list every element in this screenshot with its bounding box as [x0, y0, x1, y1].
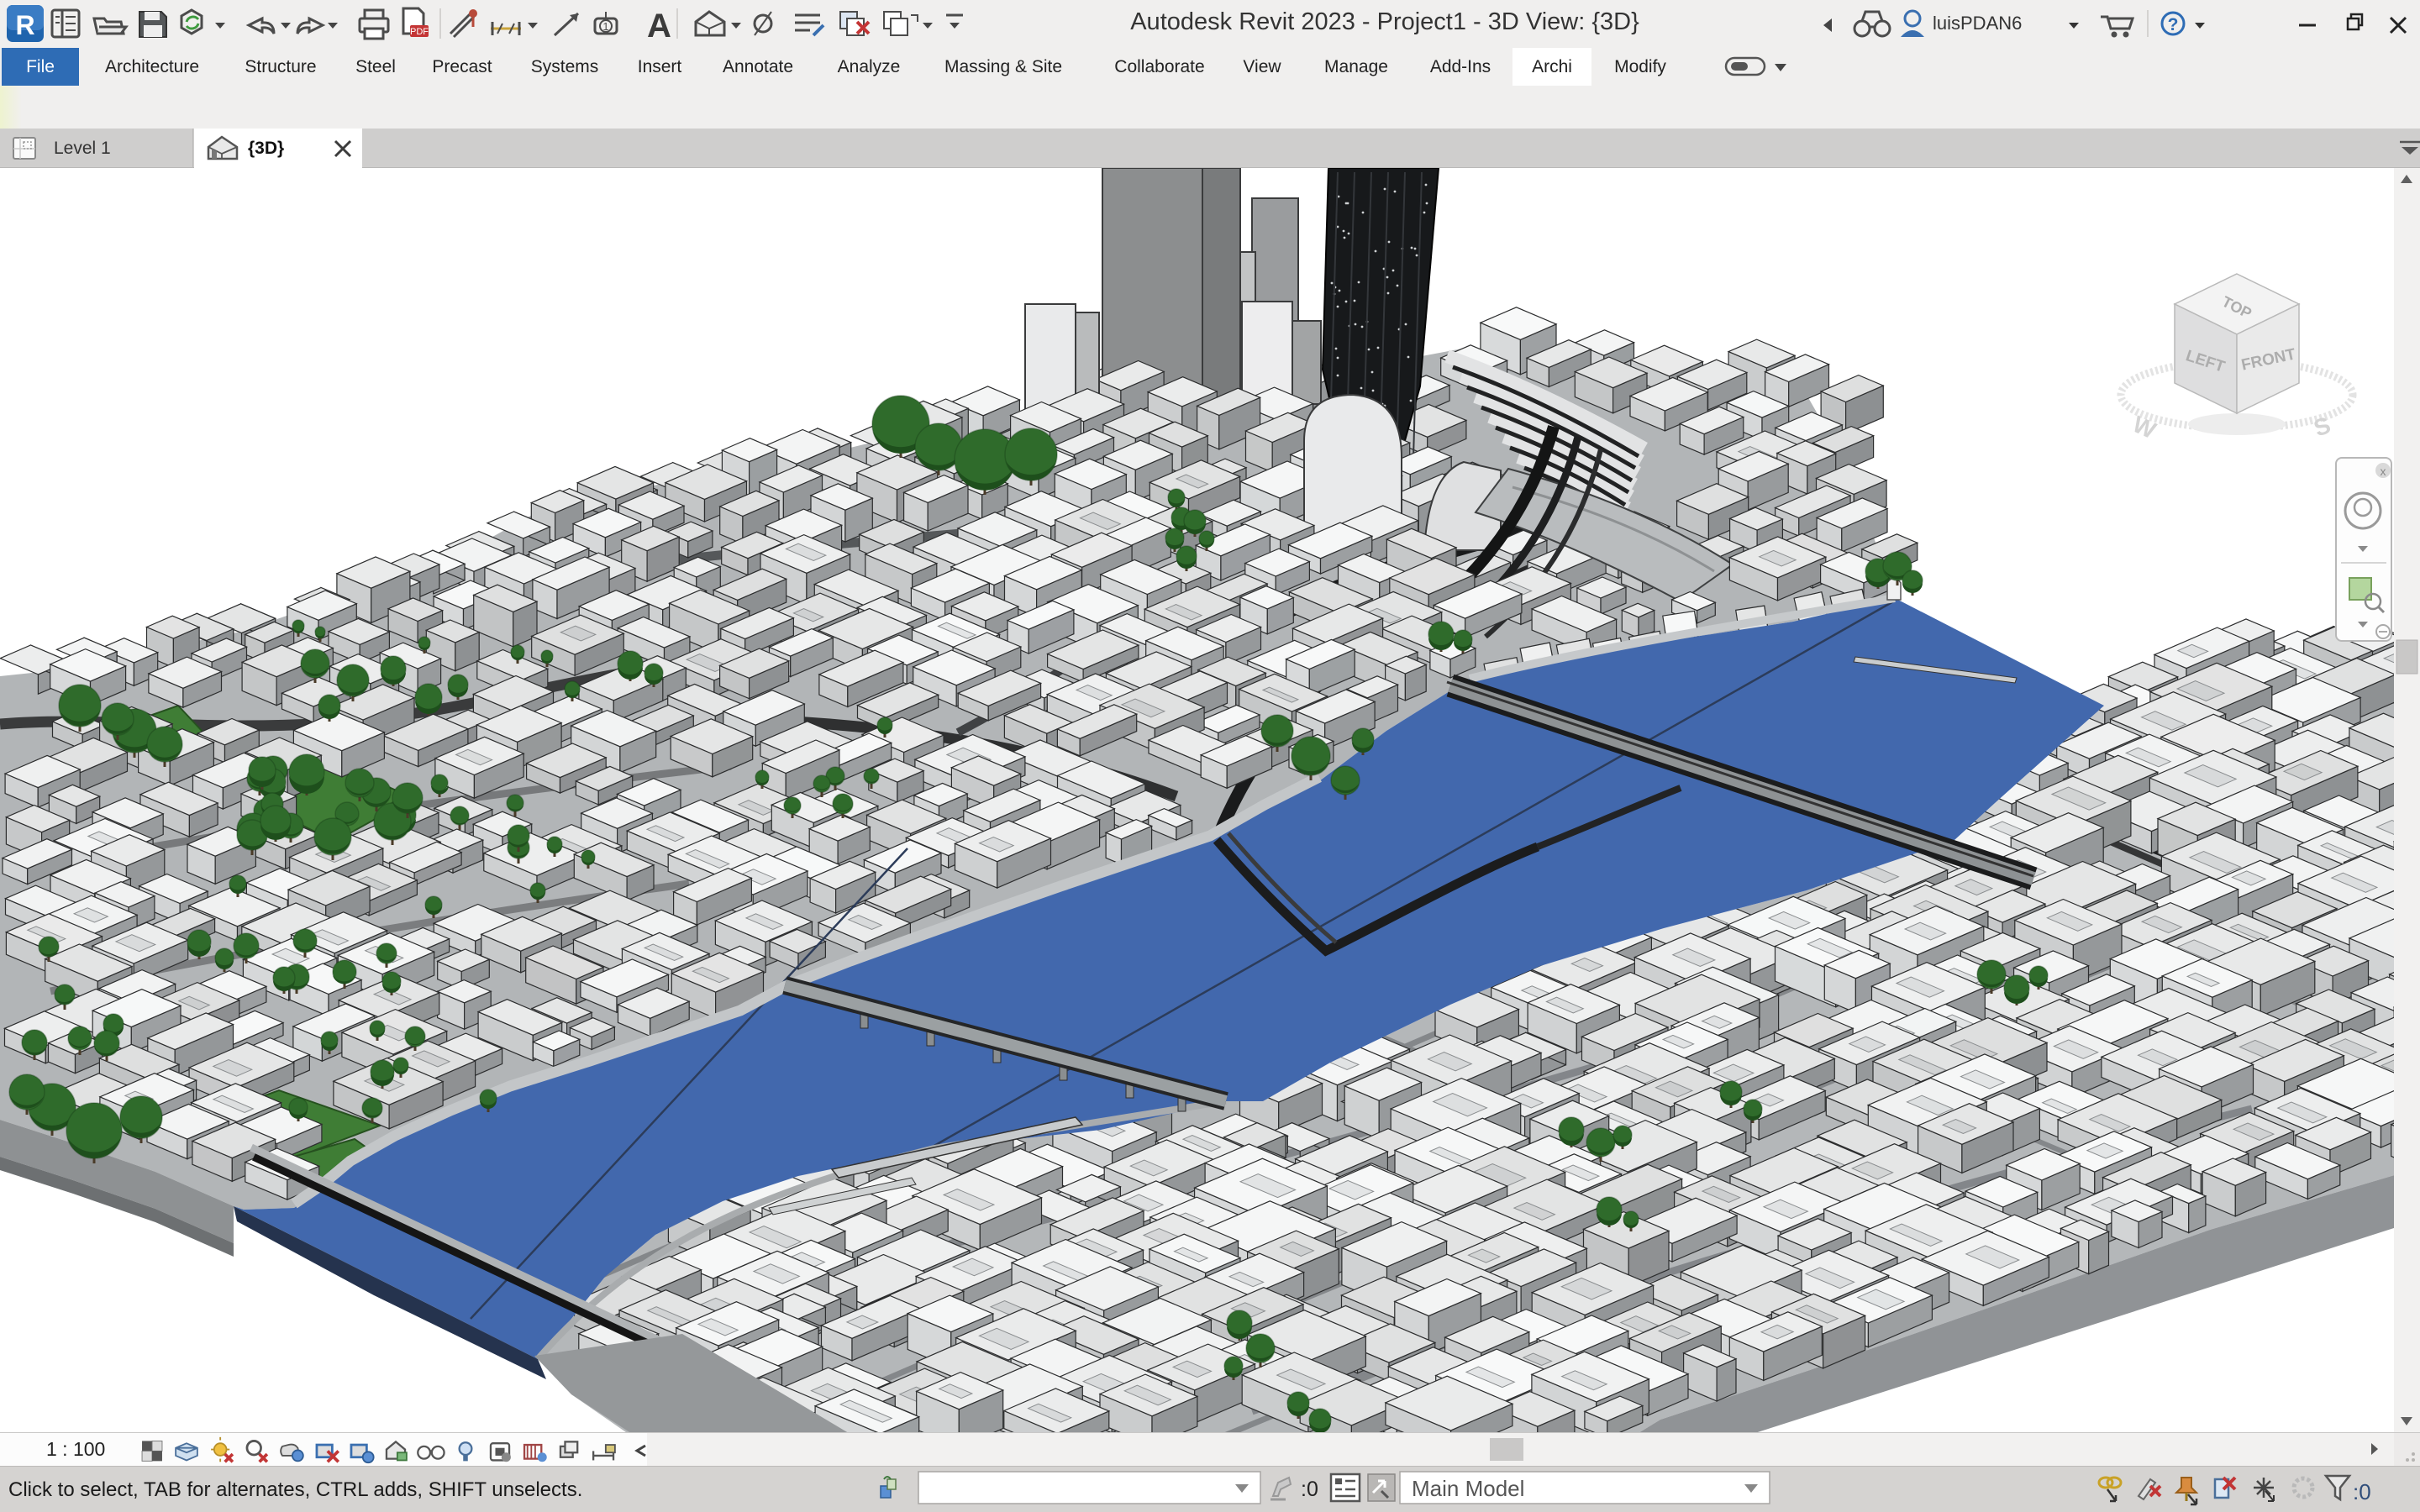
svg-text:Main Model: Main Model	[1412, 1476, 1524, 1501]
svg-text:?: ?	[2168, 15, 2179, 34]
svg-text::0: :0	[1301, 1478, 1318, 1501]
svg-text:W: W	[2129, 411, 2160, 444]
svg-text::0: :0	[2353, 1479, 2371, 1504]
svg-text:R: R	[15, 10, 34, 40]
svg-text:PDF: PDF	[410, 27, 429, 37]
svg-text:A: A	[647, 8, 671, 45]
svg-text:1: 1	[602, 20, 608, 33]
svg-text:x: x	[2381, 465, 2386, 478]
